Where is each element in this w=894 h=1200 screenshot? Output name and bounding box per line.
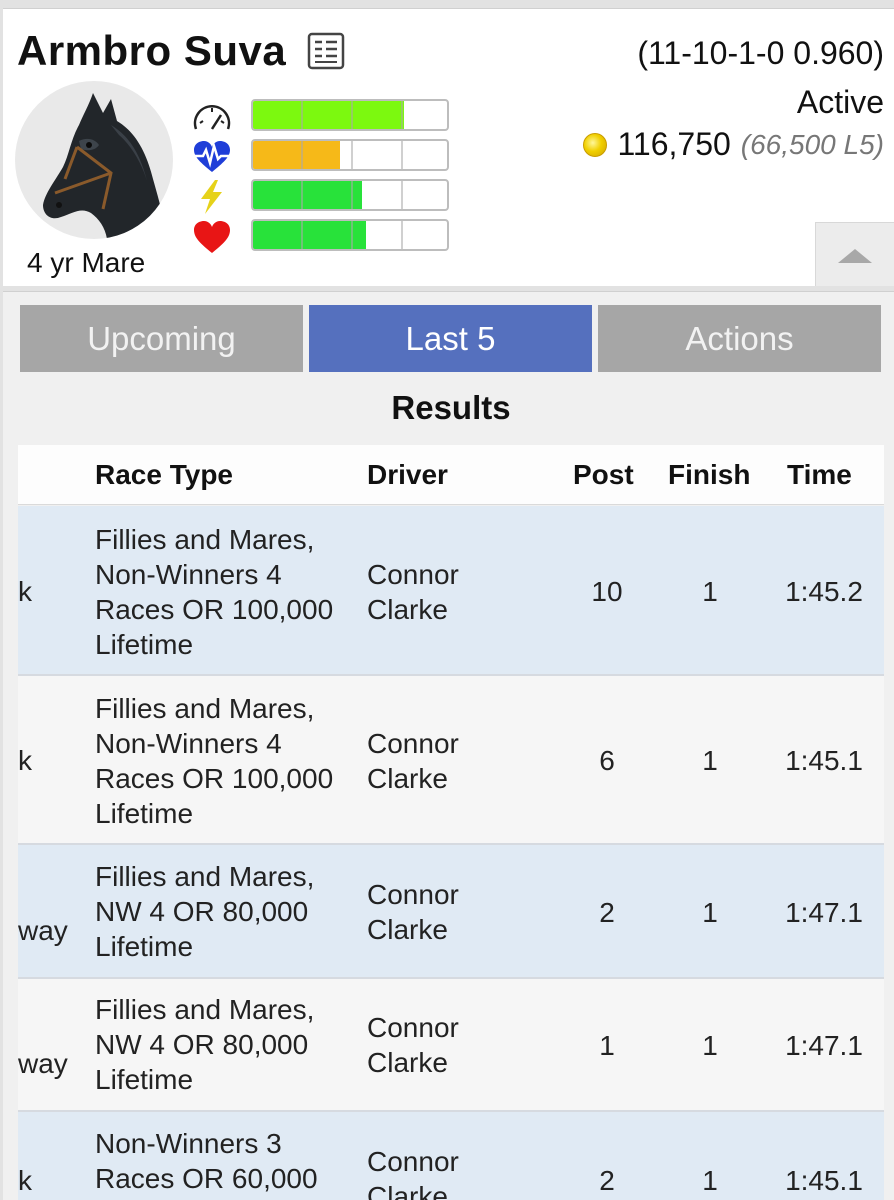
horse-name: Armbro Suva	[17, 27, 287, 74]
energy-stat-fill	[253, 181, 362, 209]
driver-cell: Connor Clarke	[367, 559, 459, 625]
earnings-total: 116,750	[617, 126, 731, 162]
finish-cell: 1	[702, 1030, 718, 1061]
column-driver: Driver	[367, 459, 448, 490]
time-cell: 1:47.1	[785, 897, 863, 928]
tab-last-5[interactable]: Last 5	[309, 305, 592, 372]
track-cell: way	[18, 915, 68, 946]
table-row[interactable]: k Fillies and Mares, Non-Winners 4 Races…	[18, 506, 884, 676]
post-cell: 2	[599, 897, 615, 928]
finish-cell: 1	[702, 745, 718, 776]
speed-stat-fill	[253, 101, 405, 129]
column-time: Time	[787, 459, 852, 490]
race-record: (11-10-1-0 0.960)	[637, 35, 884, 71]
race-type-cell: Non-Winners 3 Races OR 60,000	[95, 1128, 318, 1194]
table-row[interactable]: k Non-Winners 3 Races OR 60,000 Connor C…	[18, 1112, 884, 1200]
post-cell: 2	[599, 1165, 615, 1196]
horse-head-icon	[43, 93, 167, 239]
earnings-last-5: (66,500 L5)	[740, 128, 884, 160]
speedometer-icon	[193, 105, 231, 130]
results-title: Results	[18, 372, 884, 444]
race-type-cell: Fillies and Mares, NW 4 OR 80,000 Lifeti…	[95, 861, 315, 962]
track-cell: k	[18, 745, 32, 776]
post-cell: 10	[591, 576, 623, 607]
race-type-cell: Fillies and Mares, Non-Winners 4 Races O…	[95, 693, 334, 829]
table-row[interactable]: way Fillies and Mares, NW 4 OR 80,000 Li…	[18, 979, 884, 1112]
table-row[interactable]: way Fillies and Mares, NW 4 OR 80,000 Li…	[18, 845, 884, 979]
column-race-type: Race Type	[95, 459, 233, 490]
column-finish: Finish	[668, 459, 751, 490]
health-stat-bar	[251, 219, 449, 251]
chevron-up-icon	[838, 249, 872, 263]
driver-cell: Connor Clarke	[367, 879, 459, 945]
table-header: Race Type Driver Post Finish Time	[18, 445, 884, 505]
driver-cell: Connor Clarke	[367, 1146, 459, 1200]
finish-cell: 1	[702, 1165, 718, 1196]
heart-icon	[194, 221, 230, 253]
track-cell: way	[18, 1048, 68, 1079]
horse-header-card: Armbro Suva 4 yr Mare (11-10-1-0 0.960) …	[3, 8, 894, 286]
heartbeat-icon	[192, 141, 232, 172]
document-icon[interactable]	[306, 31, 346, 71]
time-cell: 1:47.1	[785, 1030, 863, 1061]
horse-avatar	[15, 81, 173, 239]
driver-cell: Connor Clarke	[367, 1012, 459, 1078]
horse-age-sex: 4 yr Mare	[27, 247, 146, 278]
stamina-stat-bar	[251, 139, 449, 171]
stamina-stat-fill	[253, 141, 341, 169]
tab-actions[interactable]: Actions	[598, 305, 881, 372]
results-table: Race Type Driver Post Finish Time k Fill…	[18, 445, 884, 1200]
coin-icon	[583, 132, 608, 157]
table-row[interactable]: k Fillies and Mares, Non-Winners 4 Races…	[18, 676, 884, 845]
track-cell: k	[18, 576, 32, 607]
collapse-header-button[interactable]	[815, 222, 894, 286]
finish-cell: 1	[702, 576, 718, 607]
time-cell: 1:45.2	[785, 576, 863, 607]
health-stat-fill	[253, 221, 366, 249]
driver-cell: Connor Clarke	[367, 728, 459, 794]
race-type-cell: Fillies and Mares, Non-Winners 4 Races O…	[95, 524, 334, 660]
finish-cell: 1	[702, 897, 718, 928]
tab-upcoming[interactable]: Upcoming	[20, 305, 303, 372]
earnings: 116,750 (66,500 L5)	[583, 126, 884, 163]
track-cell: k	[18, 1165, 32, 1196]
lightning-icon	[201, 180, 222, 214]
column-post: Post	[573, 459, 634, 490]
speed-stat-bar	[251, 99, 449, 131]
post-cell: 6	[599, 745, 615, 776]
horse-status: Active	[796, 84, 884, 120]
energy-stat-bar	[251, 179, 449, 211]
race-type-cell: Fillies and Mares, NW 4 OR 80,000 Lifeti…	[95, 994, 315, 1095]
time-cell: 1:45.1	[785, 745, 863, 776]
post-cell: 1	[599, 1030, 615, 1061]
time-cell: 1:45.1	[785, 1165, 863, 1196]
